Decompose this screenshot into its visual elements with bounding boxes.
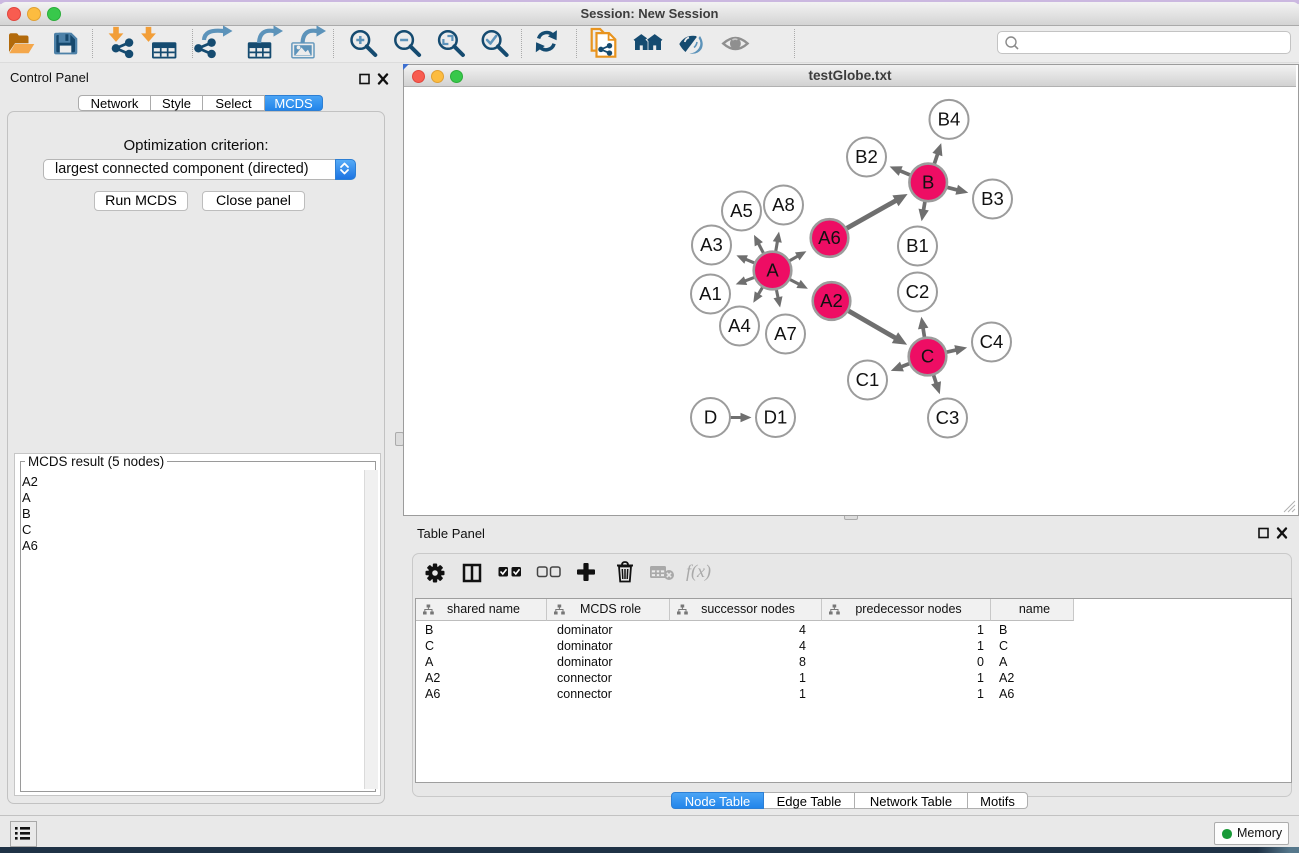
- svg-text:B1: B1: [906, 235, 929, 256]
- svg-text:A7: A7: [774, 323, 797, 344]
- svg-text:A5: A5: [730, 200, 753, 221]
- svg-text:A: A: [766, 260, 779, 281]
- svg-text:C1: C1: [855, 369, 879, 390]
- svg-text:A3: A3: [700, 234, 723, 255]
- svg-text:B4: B4: [937, 108, 960, 129]
- svg-text:C2: C2: [905, 281, 929, 302]
- svg-text:C3: C3: [935, 407, 959, 428]
- svg-text:B2: B2: [855, 146, 878, 167]
- svg-text:B: B: [922, 171, 934, 192]
- svg-text:D1: D1: [763, 407, 787, 428]
- svg-text:A2: A2: [820, 290, 843, 311]
- svg-text:A6: A6: [818, 227, 841, 248]
- svg-text:A8: A8: [772, 194, 795, 215]
- svg-text:C: C: [920, 346, 933, 367]
- svg-text:A1: A1: [699, 283, 722, 304]
- svg-text:D: D: [703, 407, 716, 428]
- svg-text:A4: A4: [728, 315, 751, 336]
- svg-text:C4: C4: [979, 331, 1003, 352]
- svg-text:B3: B3: [981, 188, 1004, 209]
